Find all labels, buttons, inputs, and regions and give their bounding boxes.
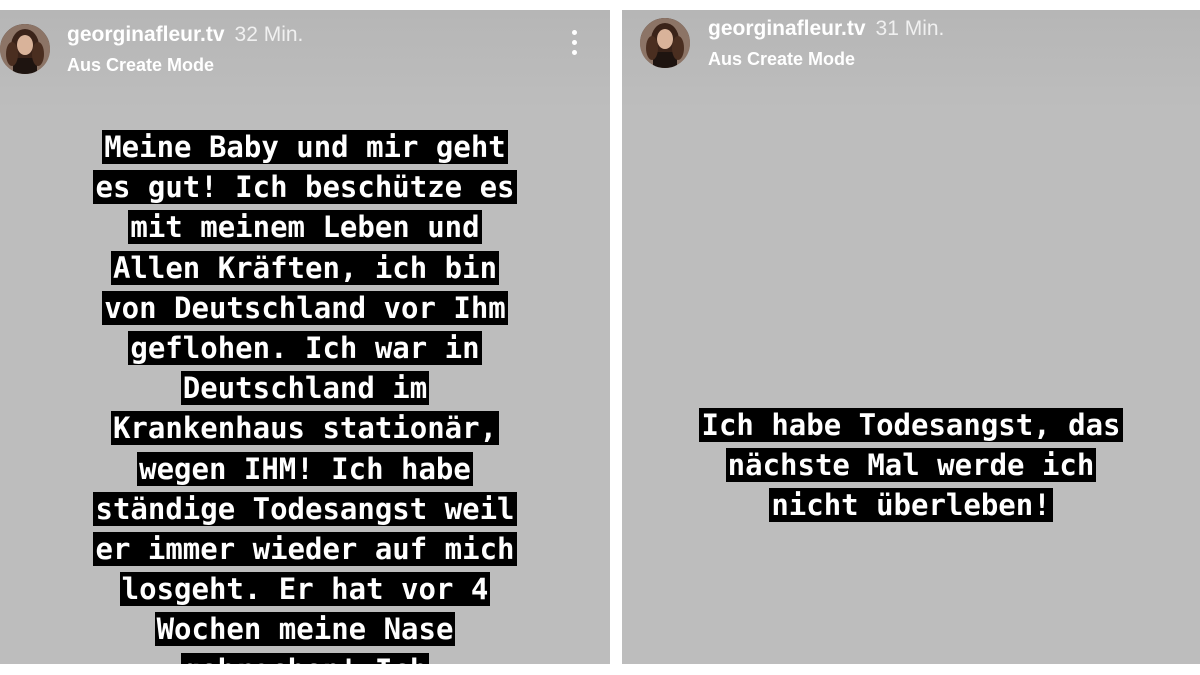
- user-line: georginafleur.tv 31 Min.: [708, 17, 944, 41]
- avatar[interactable]: [640, 18, 690, 68]
- story-text-line: Krankenhaus stationär,: [110, 411, 500, 446]
- story-text-line: gebrochen! Ich: [0, 650, 610, 664]
- subtitle: Aus Create Mode: [67, 55, 215, 75]
- avatar[interactable]: [0, 24, 50, 74]
- story-panel-left: georginafleur.tv 32 Min. Aus Create Mode …: [0, 10, 610, 664]
- story-text-line: Wochen meine Nase: [154, 612, 456, 647]
- more-dot-icon: [571, 50, 577, 55]
- story-text-left: Meine Baby und mir geht es gut! Ich besc…: [0, 127, 610, 664]
- user-line: georginafleur.tv 32 Min.: [67, 23, 303, 47]
- story-text-line: losgeht. Er hat vor 4: [119, 572, 491, 607]
- timestamp: 32 Min.: [234, 23, 304, 46]
- avatar-photo-icon: [0, 24, 50, 74]
- avatar-photo-icon: [640, 18, 690, 68]
- username[interactable]: georginafleur.tv: [67, 23, 225, 46]
- story-panel-right: georginafleur.tv 31 Min. Aus Create Mode …: [622, 10, 1200, 664]
- story-text-line: es gut! Ich beschütze es: [93, 170, 517, 205]
- subtitle: Aus Create Mode: [708, 49, 856, 69]
- story-text-line: nicht überleben!: [769, 488, 1053, 523]
- more-dot-icon: [571, 30, 577, 35]
- story-text-right: Ich habe Todesangst, das nächste Mal wer…: [622, 405, 1200, 526]
- story-text-line: ständige Todesangst weil: [93, 491, 517, 526]
- timestamp: 31 Min.: [875, 17, 945, 40]
- story-text-line: er immer wieder auf mich: [93, 532, 517, 567]
- more-options-button[interactable]: [566, 30, 582, 60]
- story-text-line: Allen Kräften, ich bin: [110, 250, 500, 285]
- story-comparison: georginafleur.tv 32 Min. Aus Create Mode …: [0, 0, 1200, 675]
- story-text-line: Meine Baby und mir geht: [102, 130, 508, 164]
- story-text-line: von Deutschland vor Ihm: [102, 290, 508, 325]
- story-text-line: wegen IHM! Ich habe: [137, 451, 473, 486]
- story-text-line: mit meinem Leben und: [128, 210, 482, 245]
- story-text-line: Ich habe Todesangst, das: [699, 408, 1123, 442]
- story-text-line: geflohen. Ich war in: [128, 331, 482, 366]
- more-dot-icon: [571, 40, 577, 45]
- username[interactable]: georginafleur.tv: [708, 17, 866, 40]
- story-text-line: Deutschland im: [180, 371, 430, 406]
- story-text-line: nächste Mal werde ich: [725, 448, 1097, 483]
